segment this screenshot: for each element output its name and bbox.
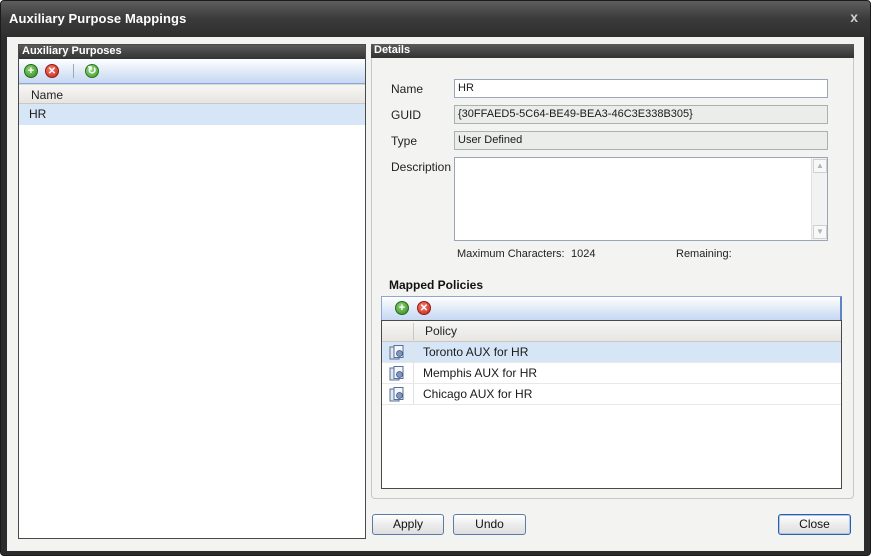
undo-button[interactable]: Undo	[453, 514, 526, 535]
description-scrollbar[interactable]: ▲ ▼	[811, 158, 827, 240]
details-header: Details	[371, 44, 854, 58]
add-icon[interactable]: +	[24, 64, 38, 78]
refresh-icon[interactable]: ↻	[85, 64, 99, 78]
name-label: Name	[391, 82, 424, 96]
delete-icon[interactable]: ✕	[45, 64, 59, 78]
mapped-policies-grid: Policy Toronto AUX for HR Memphis AUX fo…	[381, 320, 842, 489]
mapped-policies-toolbar: + ✕	[381, 296, 842, 320]
guid-field: {30FFAED5-5C64-BE49-BEA3-46C3E338B305}	[454, 105, 828, 124]
policy-icon	[389, 345, 404, 360]
auxiliary-purposes-header: Auxiliary Purposes	[19, 45, 365, 59]
guid-label: GUID	[391, 108, 421, 122]
policy-icon	[389, 387, 404, 402]
table-row[interactable]: Memphis AUX for HR	[382, 363, 841, 384]
policy-header-label: Policy	[425, 324, 458, 338]
auxiliary-purposes-panel: Auxiliary Purposes + ✕ ↻ Name HR	[18, 44, 366, 539]
list-item[interactable]: HR	[19, 104, 365, 125]
policy-column-header[interactable]: Policy	[382, 321, 841, 342]
policy-icon	[389, 366, 404, 381]
policy-name: Memphis AUX for HR	[423, 366, 538, 380]
max-characters-value: 1024	[571, 248, 596, 260]
name-column-header[interactable]: Name	[19, 84, 365, 104]
close-button[interactable]: Close	[778, 514, 851, 535]
table-row[interactable]: Chicago AUX for HR	[382, 384, 841, 405]
name-field[interactable]: HR	[454, 79, 828, 98]
auxiliary-purposes-toolbar: + ✕ ↻	[19, 59, 365, 84]
toolbar-separator	[73, 64, 74, 78]
type-label: Type	[391, 134, 418, 148]
remaining-label: Remaining:	[676, 248, 732, 260]
type-field: User Defined	[454, 131, 828, 150]
close-window-icon[interactable]: x	[850, 9, 858, 25]
policy-name: Toronto AUX for HR	[423, 345, 529, 359]
description-textarea[interactable]: ▲ ▼	[454, 157, 828, 241]
table-row[interactable]: Toronto AUX for HR	[382, 342, 841, 363]
column-divider	[413, 363, 414, 383]
add-policy-icon[interactable]: +	[395, 301, 409, 315]
details-panel: Details Name HR GUID {30FFAED5-5C64-BE49…	[371, 44, 854, 499]
scroll-up-icon[interactable]: ▲	[813, 159, 827, 173]
description-label: Description	[391, 160, 452, 174]
title-bar[interactable]: Auxiliary Purpose Mappings x	[1, 1, 870, 37]
dialog-client-area: Auxiliary Purposes + ✕ ↻ Name HR Details…	[7, 37, 864, 551]
column-divider	[413, 342, 414, 362]
window-title: Auxiliary Purpose Mappings	[9, 11, 187, 26]
scroll-down-icon[interactable]: ▼	[813, 225, 827, 239]
column-divider	[413, 323, 414, 340]
policy-name: Chicago AUX for HR	[423, 387, 533, 401]
dialog-window: Auxiliary Purpose Mappings x Auxiliary P…	[0, 0, 871, 556]
column-divider	[413, 384, 414, 404]
apply-button[interactable]: Apply	[372, 514, 444, 535]
mapped-policies-title: Mapped Policies	[389, 278, 484, 292]
max-characters-label: Maximum Characters:	[457, 248, 565, 260]
remove-policy-icon[interactable]: ✕	[417, 301, 431, 315]
